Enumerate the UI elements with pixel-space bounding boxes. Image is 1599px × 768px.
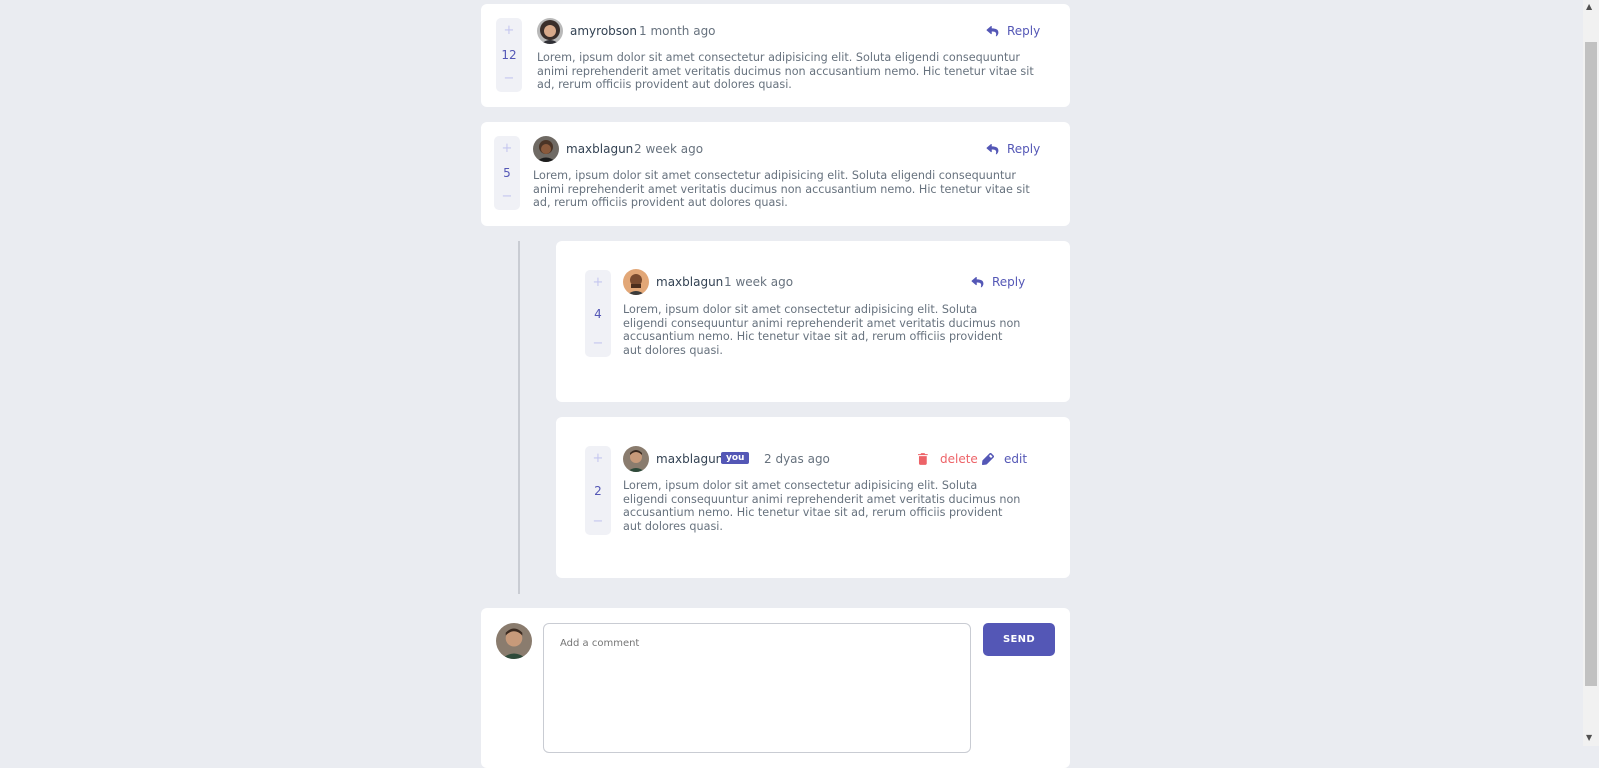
reply-label: Reply xyxy=(1007,142,1041,156)
username[interactable]: maxblagun xyxy=(656,452,723,466)
reply-icon xyxy=(971,276,984,287)
vote-control: + 2 − xyxy=(585,446,611,535)
upvote-button[interactable]: + xyxy=(593,276,604,290)
trash-icon xyxy=(918,453,928,465)
current-user-avatar xyxy=(496,623,532,659)
timestamp: 1 month ago xyxy=(639,24,716,38)
scroll-down-icon[interactable]: ▼ xyxy=(1586,733,1592,742)
avatar xyxy=(623,269,649,295)
timestamp: 1 week ago xyxy=(724,275,794,289)
reply-card: + 2 − maxblagun you 2 dyas ago delete ed… xyxy=(556,417,1070,578)
comment-input[interactable] xyxy=(543,623,971,753)
comment-text: Lorem, ipsum dolor sit amet consectetur … xyxy=(537,51,1034,92)
reply-button[interactable]: Reply xyxy=(986,24,1040,38)
timestamp: 2 week ago xyxy=(634,142,704,156)
scrollbar-thumb[interactable] xyxy=(1585,42,1597,686)
reply-button[interactable]: Reply xyxy=(971,275,1025,289)
comment-card: + 5 − maxblagun 2 week ago Reply Lorem, … xyxy=(481,122,1070,226)
reply-label: Reply xyxy=(992,275,1026,289)
scroll-up-icon[interactable]: ▲ xyxy=(1586,2,1592,11)
reply-icon xyxy=(986,25,999,36)
score: 4 xyxy=(594,306,602,321)
avatar xyxy=(623,446,649,472)
comment-text: Lorem, ipsum dolor sit amet consectetur … xyxy=(623,479,1021,534)
vote-control: + 4 − xyxy=(585,270,611,357)
score: 5 xyxy=(503,166,511,180)
username[interactable]: maxblagun xyxy=(566,142,633,156)
upvote-button[interactable]: + xyxy=(593,452,604,466)
avatar xyxy=(537,18,563,44)
score: 12 xyxy=(501,48,517,62)
reply-card: + 4 − maxblagun 1 week ago Reply Lorem, … xyxy=(556,241,1070,402)
comment-text: Lorem, ipsum dolor sit amet consectetur … xyxy=(623,303,1021,358)
upvote-button[interactable]: + xyxy=(504,24,515,38)
pencil-icon xyxy=(982,453,994,465)
page-scrollbar[interactable]: ▲ ▼ xyxy=(1583,0,1599,746)
upvote-button[interactable]: + xyxy=(502,142,513,156)
delete-button[interactable]: delete xyxy=(918,452,978,466)
reply-icon xyxy=(986,143,999,154)
comment-text: Lorem, ipsum dolor sit amet consectetur … xyxy=(533,169,1030,210)
timestamp: 2 dyas ago xyxy=(764,452,830,466)
username[interactable]: maxblagun xyxy=(656,275,723,289)
comment-card: + 12 − amyrobson 1 month ago Reply Lorem… xyxy=(481,4,1070,107)
reply-button[interactable]: Reply xyxy=(986,142,1040,156)
edit-button[interactable]: edit xyxy=(982,452,1027,466)
downvote-button[interactable]: − xyxy=(593,515,604,529)
downvote-button[interactable]: − xyxy=(502,190,513,204)
username[interactable]: amyrobson xyxy=(570,24,637,38)
delete-label: delete xyxy=(940,452,978,466)
edit-label: edit xyxy=(1004,452,1028,466)
you-badge: you xyxy=(721,452,750,464)
score: 2 xyxy=(594,483,602,498)
vote-control: + 12 − xyxy=(496,18,522,92)
send-button[interactable]: SEND xyxy=(983,623,1055,656)
reply-label: Reply xyxy=(1007,24,1041,38)
reply-thread-line xyxy=(518,241,520,594)
vote-control: + 5 − xyxy=(494,136,520,210)
downvote-button[interactable]: − xyxy=(593,337,604,351)
avatar xyxy=(533,136,559,162)
downvote-button[interactable]: − xyxy=(504,72,515,86)
